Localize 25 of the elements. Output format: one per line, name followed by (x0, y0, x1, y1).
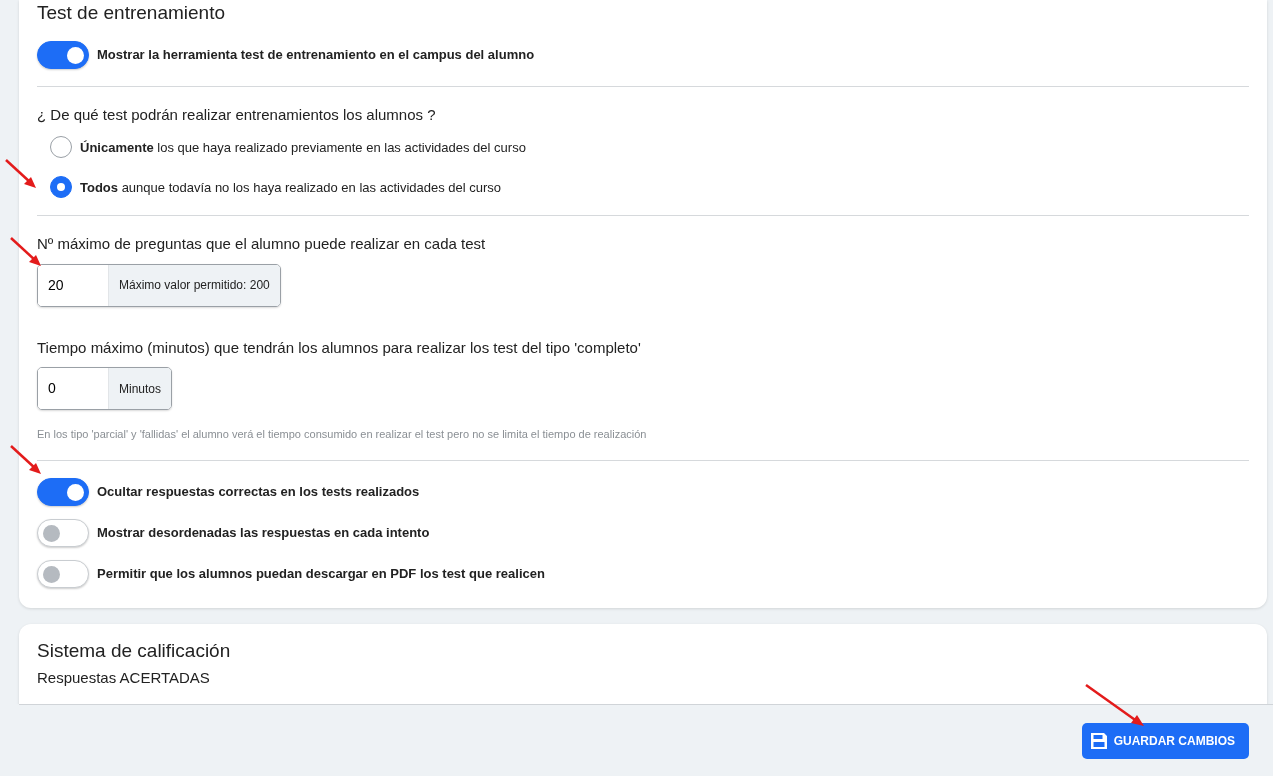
toggle-label: Permitir que los alumnos puedan descargar en PDF los test que realicen (97, 565, 545, 584)
save-button[interactable]: GUARDAR CAMBIOS (1081, 722, 1249, 759)
toggle-label: Mostrar desordenadas las respuestas en cada intento (97, 524, 430, 543)
section-title: Test de entrenamiento (37, 2, 226, 25)
radio-label: Únicamente los que haya realizado previamente en las actividades del curso (80, 138, 526, 157)
toggle-switch[interactable] (37, 40, 89, 69)
field-label: Nº máximo de preguntas que el alumno puede realizar en cada test (37, 234, 487, 255)
radio-button[interactable] (50, 136, 72, 159)
toggle-label: Mostrar la herramienta test de entrenamiento en el campus del alumno (97, 46, 535, 65)
number-input[interactable]: 20 (38, 264, 108, 306)
save-icon (1089, 731, 1108, 750)
radio-button[interactable] (50, 176, 72, 199)
radio-label: Todos aunque todavía no los haya realizado en las actividades del curso (80, 178, 502, 197)
field-suffix: Máximo valor permitido: 200 (108, 264, 280, 306)
field-label: Tiempo máximo (minutos) que tendrán los alumnos para realizar los test del tipo 'completo' (37, 337, 642, 358)
field-suffix: Minutos (108, 368, 172, 410)
toggle-switch[interactable] (37, 477, 89, 506)
number-input[interactable]: 0 (38, 368, 108, 410)
help-text: En los tipo 'parcial' y 'fallidas' el alumno verá el tiempo consumido en realizar el test pero no se limita el tiempo de realización (37, 427, 648, 443)
section-title: Sistema de calificación (37, 639, 232, 663)
number-field[interactable]: 0 Minutos (37, 367, 173, 411)
number-field[interactable]: 20 Máximo valor permitido: 200 (37, 263, 281, 307)
grading-text: Respuestas ACERTADAS (37, 667, 211, 688)
toggle-label: Ocultar respuestas correctas en los tests realizados (97, 483, 420, 502)
question-label: ¿ De qué test podrán realizar entrenamientos los alumnos ? (37, 104, 437, 125)
